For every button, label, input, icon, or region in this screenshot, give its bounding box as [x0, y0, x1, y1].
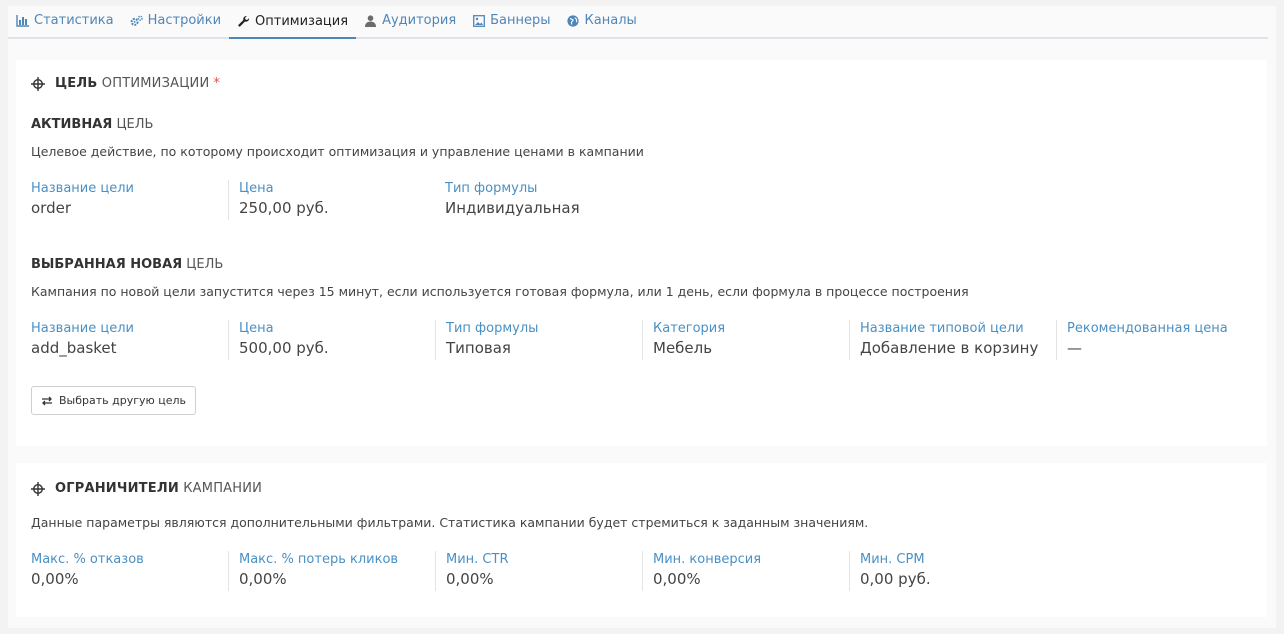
field-label: Мин. конверсия — [653, 552, 762, 567]
active-goal-price-field: Цена 250,00 руб. — [228, 180, 435, 220]
campaign-limits-panel: ОГРАНИЧИТЕЛИ КАМПАНИИ Данные параметры я… — [16, 463, 1267, 617]
max-click-loss-field: Макс. % потерь кликов 0,00% — [228, 551, 435, 591]
tab-label: Аудитория — [382, 13, 457, 28]
field-value: 0,00% — [239, 570, 287, 588]
field-label: Цена — [239, 181, 274, 196]
min-cpm-field: Мин. CPM 0,00 руб. — [849, 551, 1056, 591]
new-goal-typical-name-field: Название типовой цели Добавление в корзи… — [849, 320, 1056, 360]
max-bounce-field: Макс. % отказов 0,00% — [31, 551, 228, 591]
field-value: 0,00% — [31, 570, 79, 588]
limits-fields: Макс. % отказов 0,00% Макс. % потерь кли… — [31, 551, 1056, 591]
tab-banners[interactable]: Баннеры — [464, 4, 558, 37]
new-goal-category-field: Категория Мебель — [642, 320, 849, 360]
new-goal-title-rest: ЦЕЛЬ — [186, 257, 224, 272]
field-value: 250,00 руб. — [239, 199, 329, 217]
field-label: Тип формулы — [445, 181, 538, 196]
tab-optimization[interactable]: Оптимизация — [229, 6, 357, 39]
field-label: Тип формулы — [446, 321, 539, 336]
new-goal-title: ВЫБРАННАЯ НОВАЯ ЦЕЛЬ — [31, 257, 223, 272]
user-icon — [364, 14, 377, 27]
min-conversion-field: Мин. конверсия 0,00% — [642, 551, 849, 591]
tab-label: Оптимизация — [255, 14, 349, 29]
active-goal-description: Целевое действие, по которому происходит… — [31, 144, 644, 159]
field-label: Категория — [653, 321, 726, 336]
field-value: Добавление в корзину — [860, 339, 1039, 357]
tab-audience[interactable]: Аудитория — [356, 4, 464, 37]
limits-title-bold: ОГРАНИЧИТЕЛИ — [55, 481, 179, 496]
goal-section-title: ЦЕЛЬ ОПТИМИЗАЦИИ * — [31, 76, 220, 91]
field-value: add_basket — [31, 339, 117, 357]
field-label: Мин. CPM — [860, 552, 925, 567]
field-label: Цена — [239, 321, 274, 336]
goal-title-rest: ОПТИМИЗАЦИИ — [101, 76, 210, 91]
field-value: Мебель — [653, 339, 713, 357]
field-label: Макс. % потерь кликов — [239, 552, 399, 567]
field-label: Название цели — [31, 321, 134, 336]
field-value: 500,00 руб. — [239, 339, 329, 357]
field-label: Название цели — [31, 181, 134, 196]
field-value: 0,00% — [446, 570, 494, 588]
field-value: 0,00 руб. — [860, 570, 931, 588]
limits-description: Данные параметры являются дополнительным… — [31, 515, 869, 530]
crosshairs-icon — [31, 76, 45, 91]
active-goal-fields: Название цели order Цена 250,00 руб. Тип… — [31, 180, 642, 220]
min-ctr-field: Мин. CTR 0,00% — [435, 551, 642, 591]
required-mark: * — [213, 76, 221, 91]
field-value: order — [31, 199, 71, 217]
new-goal-description: Кампания по новой цели запустится через … — [31, 284, 969, 299]
field-value: Типовая — [446, 339, 511, 357]
new-goal-formula-field: Тип формулы Типовая — [435, 320, 642, 360]
tab-statistics[interactable]: Статистика — [8, 4, 122, 37]
active-goal-formula-field: Тип формулы Индивидуальная — [435, 180, 642, 220]
active-goal-name-field: Название цели order — [31, 180, 228, 220]
new-goal-title-bold: ВЫБРАННАЯ НОВАЯ — [31, 257, 183, 272]
image-icon — [472, 14, 485, 27]
bar-chart-icon — [16, 14, 29, 27]
tab-bar: Статистика Настройки Оптимизация Аудитор… — [8, 6, 1268, 39]
active-goal-title-bold: АКТИВНАЯ — [31, 117, 113, 132]
limits-section-title: ОГРАНИЧИТЕЛИ КАМПАНИИ — [31, 481, 262, 496]
tab-settings[interactable]: Настройки — [122, 4, 229, 37]
tab-label: Настройки — [147, 13, 222, 28]
new-goal-name-field: Название цели add_basket — [31, 320, 228, 360]
crosshairs-icon — [31, 481, 45, 496]
field-label: Мин. CTR — [446, 552, 509, 567]
globe-icon — [567, 14, 580, 27]
field-label: Рекомендованная цена — [1067, 321, 1228, 336]
tab-label: Каналы — [584, 13, 637, 28]
tab-label: Статистика — [34, 13, 114, 28]
field-value: 0,00% — [653, 570, 701, 588]
exchange-icon — [41, 395, 53, 407]
active-goal-title-rest: ЦЕЛЬ — [116, 117, 154, 132]
new-goal-price-field: Цена 500,00 руб. — [228, 320, 435, 360]
new-goal-fields: Название цели add_basket Цена 500,00 руб… — [31, 320, 1263, 360]
choose-other-goal-button[interactable]: Выбрать другую цель — [31, 386, 197, 415]
field-label: Название типовой цели — [860, 321, 1024, 336]
goal-title-bold: ЦЕЛЬ — [55, 76, 98, 91]
new-goal-recommended-price-field: Рекомендованная цена — — [1056, 320, 1263, 360]
tab-channels[interactable]: Каналы — [559, 4, 645, 37]
tab-label: Баннеры — [490, 13, 551, 28]
field-value: — — [1067, 339, 1082, 357]
optimization-goal-panel: ЦЕЛЬ ОПТИМИЗАЦИИ * АКТИВНАЯ ЦЕЛЬ Целевое … — [16, 60, 1267, 446]
active-goal-title: АКТИВНАЯ ЦЕЛЬ — [31, 117, 153, 132]
field-label: Макс. % отказов — [31, 552, 144, 567]
wrench-icon — [237, 15, 250, 28]
limits-title-rest: КАМПАНИИ — [183, 481, 263, 496]
gears-icon — [130, 14, 143, 27]
field-value: Индивидуальная — [445, 199, 580, 217]
button-label: Выбрать другую цель — [59, 394, 187, 407]
